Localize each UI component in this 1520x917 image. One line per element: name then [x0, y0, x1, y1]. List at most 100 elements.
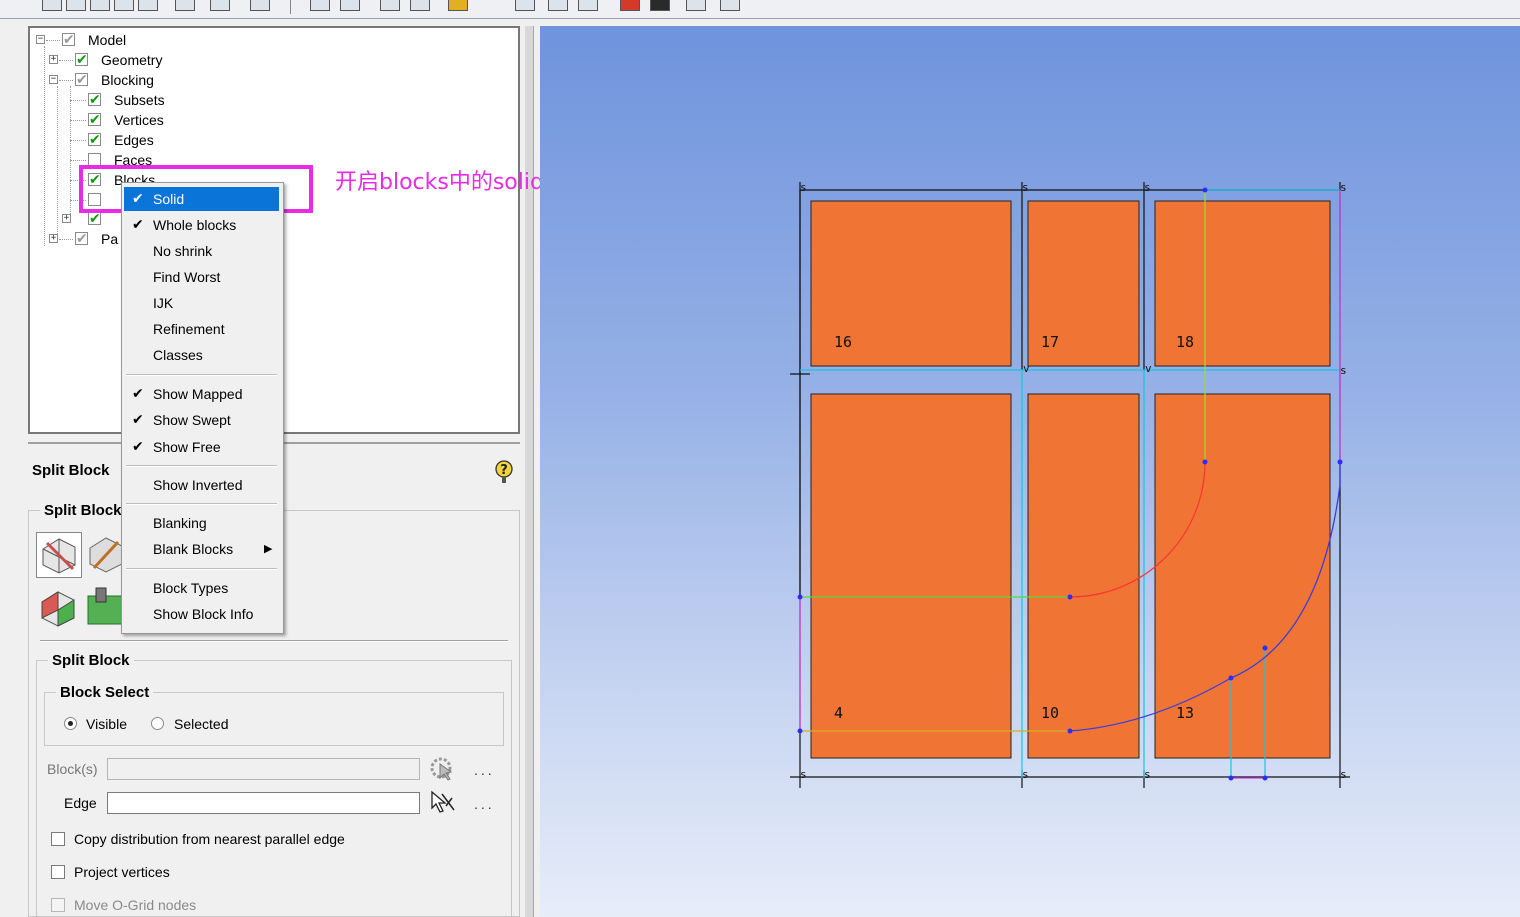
- menu-item-refinement[interactable]: Refinement: [124, 317, 279, 341]
- tree-checkbox[interactable]: [75, 50, 88, 70]
- separator: [40, 640, 508, 642]
- tree-connector: [57, 86, 58, 236]
- menu-item-classes[interactable]: Classes: [124, 343, 279, 367]
- block-label: 16: [834, 333, 852, 351]
- panel-splitter[interactable]: [525, 26, 534, 917]
- block-label: 18: [1176, 333, 1194, 351]
- more-options[interactable]: ...: [474, 762, 495, 778]
- copy-distribution-checkbox[interactable]: [51, 832, 65, 846]
- menu-item-show-mapped[interactable]: ✔ Show Mapped: [124, 382, 279, 406]
- toolbar-icon[interactable]: [340, 0, 360, 11]
- panel-title: Split Block: [32, 462, 110, 479]
- select-edge-icon[interactable]: [428, 790, 456, 816]
- toolbar-icon[interactable]: [66, 0, 86, 11]
- toolbar-icon[interactable]: [448, 0, 468, 11]
- more-options[interactable]: ...: [474, 796, 495, 812]
- toolbar-icon[interactable]: [548, 0, 568, 11]
- toolbar-icon[interactable]: [42, 0, 62, 11]
- radio-visible[interactable]: [64, 717, 77, 730]
- move-ogrid-checkbox[interactable]: [51, 898, 65, 912]
- toolbar-icon[interactable]: [138, 0, 158, 11]
- tree-connector: [70, 86, 71, 216]
- svg-text:s: s: [800, 181, 807, 194]
- collapse-icon[interactable]: −: [36, 35, 45, 44]
- svg-text:s: s: [1340, 181, 1347, 194]
- tree-item-label: Blocking: [101, 72, 154, 88]
- expand-icon[interactable]: +: [49, 55, 58, 64]
- toolbar-icon[interactable]: [175, 0, 195, 11]
- menu-separator: [126, 374, 277, 376]
- svg-text:s: s: [800, 768, 807, 781]
- tree-item-label: Edges: [114, 132, 154, 148]
- check-icon: ✔: [132, 217, 144, 233]
- toolbar-icon[interactable]: [210, 0, 230, 11]
- svg-text:s: s: [1340, 768, 1347, 781]
- project-vertices-checkbox[interactable]: [51, 865, 65, 879]
- expand-icon[interactable]: +: [49, 234, 58, 243]
- svg-text:v: v: [1023, 362, 1030, 375]
- menu-item-show-swept[interactable]: ✔ Show Swept: [124, 408, 279, 432]
- toolbar-icon[interactable]: [250, 0, 270, 11]
- menu-item-no-shrink[interactable]: No shrink: [124, 239, 279, 263]
- tree-checkbox[interactable]: [88, 90, 101, 110]
- block-label: 13: [1176, 704, 1194, 722]
- svg-text:?: ?: [500, 463, 508, 478]
- help-icon[interactable]: ?: [494, 458, 514, 484]
- tree-checkbox[interactable]: [75, 229, 88, 249]
- tree-item-label: Subsets: [114, 92, 165, 108]
- group-title: Split Block: [40, 502, 126, 519]
- radio-label: Selected: [174, 716, 229, 732]
- checkbox-label: Move O-Grid nodes: [74, 897, 197, 913]
- menu-separator: [126, 465, 277, 467]
- menu-item-block-types[interactable]: Block Types: [124, 576, 279, 600]
- toolbar-icon[interactable]: [686, 0, 706, 11]
- toolbar-icon[interactable]: [114, 0, 134, 11]
- toolbar-icon[interactable]: [720, 0, 740, 11]
- tree-checkbox[interactable]: [88, 209, 101, 229]
- menu-item-blank-blocks[interactable]: Blank Blocks ▶: [124, 537, 279, 561]
- toolbar-icon[interactable]: [410, 0, 430, 11]
- menu-item-show-block-info[interactable]: Show Block Info: [124, 602, 279, 626]
- menu-item-whole-blocks[interactable]: ✔ Whole blocks: [124, 213, 279, 237]
- tree-item-label: Vertices: [114, 112, 164, 128]
- toolbar-separator: [290, 0, 291, 14]
- menu-item-show-inverted[interactable]: Show Inverted: [124, 473, 279, 497]
- check-icon: ✔: [132, 191, 144, 207]
- menu-separator: [126, 568, 277, 570]
- toolbar-icon[interactable]: [578, 0, 598, 11]
- toolbar-icon[interactable]: [620, 0, 640, 11]
- block-label: 4: [834, 704, 843, 722]
- tree-checkbox[interactable]: [75, 70, 88, 90]
- collapse-icon[interactable]: −: [49, 75, 58, 84]
- menu-item-show-free[interactable]: ✔ Show Free: [124, 435, 279, 459]
- toolbar-icon[interactable]: [380, 0, 400, 11]
- menu-item-solid[interactable]: ✔ Solid: [124, 187, 279, 211]
- expand-icon[interactable]: +: [62, 214, 71, 223]
- split-block-icon[interactable]: [36, 532, 82, 578]
- svg-text:s: s: [1144, 181, 1151, 194]
- split-face-icon[interactable]: [36, 584, 80, 628]
- select-blocks-icon[interactable]: [428, 756, 456, 782]
- radio-selected[interactable]: [151, 717, 164, 730]
- svg-text:s: s: [1022, 768, 1029, 781]
- tree-checkbox[interactable]: [88, 110, 101, 130]
- radio-label: Visible: [86, 716, 127, 732]
- svg-text:s: s: [1022, 181, 1029, 194]
- graphics-viewport[interactable]: s s s s s v v s s s s 16 17 18 4 10 13: [540, 26, 1520, 917]
- toolbar-icon[interactable]: [310, 0, 330, 11]
- menu-item-find-worst[interactable]: Find Worst: [124, 265, 279, 289]
- tree-checkbox[interactable]: [88, 130, 101, 150]
- svg-text:v: v: [1145, 362, 1152, 375]
- toolbar-icon[interactable]: [90, 0, 110, 11]
- edge-input[interactable]: [107, 792, 420, 814]
- menu-item-ijk[interactable]: IJK: [124, 291, 279, 315]
- tree-checkbox[interactable]: [62, 30, 75, 50]
- tree-item-label: Geometry: [101, 52, 163, 68]
- menu-item-blanking[interactable]: Blanking: [124, 511, 279, 535]
- top-toolbar: [0, 0, 1520, 19]
- blocks-input[interactable]: [107, 758, 420, 780]
- toolbar-icon[interactable]: [515, 0, 535, 11]
- checkbox-label: Project vertices: [74, 864, 170, 880]
- toolbar-icon[interactable]: [650, 0, 670, 11]
- submenu-arrow-icon: ▶: [264, 542, 273, 555]
